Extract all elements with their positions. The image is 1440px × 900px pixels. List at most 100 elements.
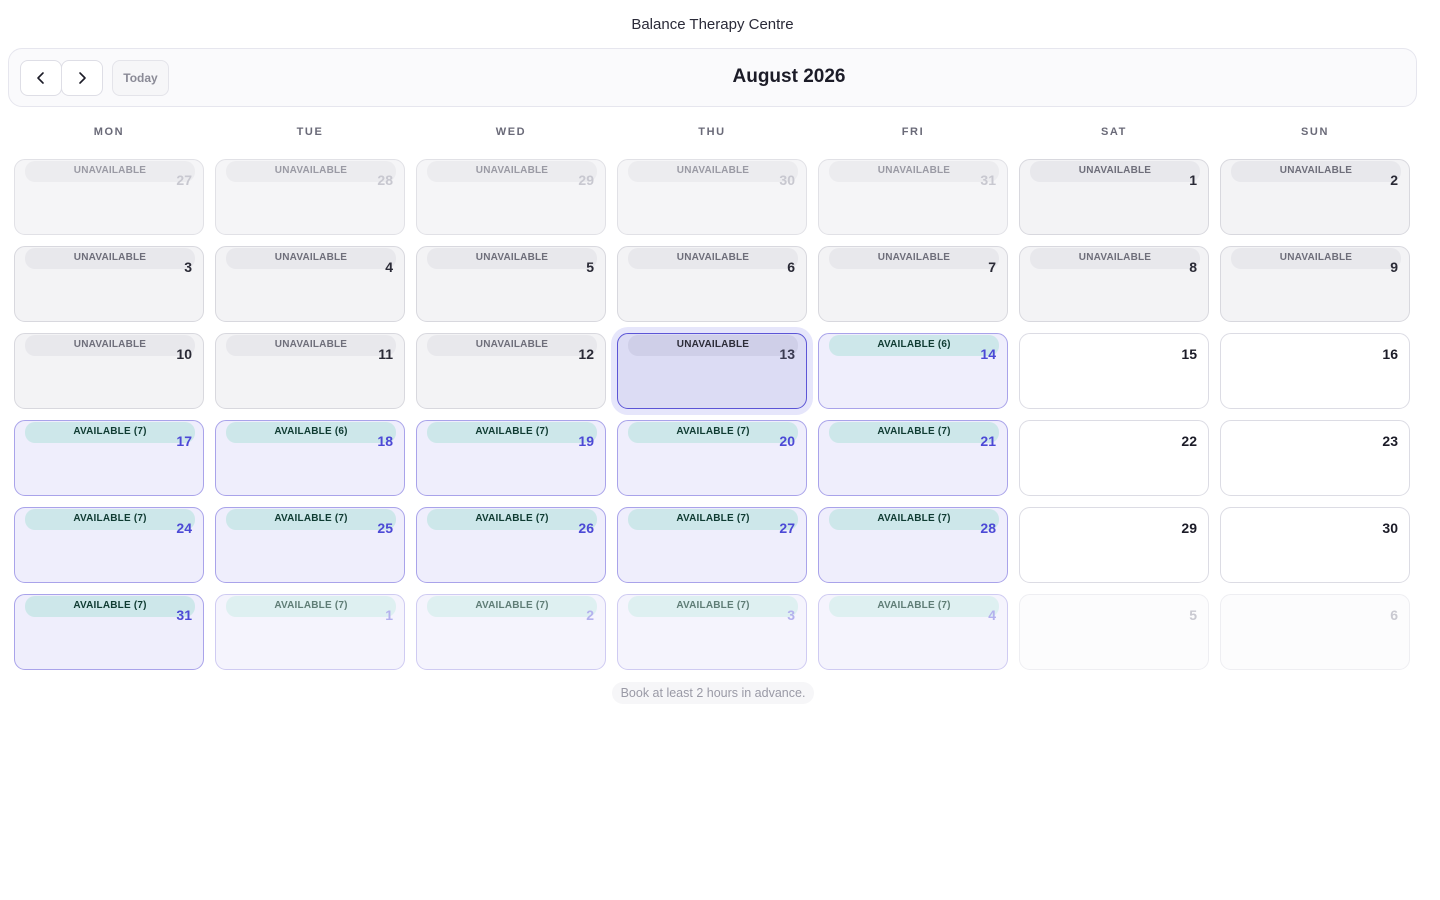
- day-number: 8: [1189, 259, 1197, 275]
- availability-badge: AVAILABLE (7): [628, 509, 798, 530]
- day-cell[interactable]: AVAILABLE (7) 1: [215, 594, 405, 670]
- day-number: 29: [1181, 520, 1197, 536]
- day-cell[interactable]: 29: [1019, 507, 1209, 583]
- day-number: 14: [980, 346, 996, 362]
- next-month-button[interactable]: [61, 60, 103, 96]
- day-cell[interactable]: UNAVAILABLE 3: [14, 246, 204, 322]
- day-cell[interactable]: AVAILABLE (7) 17: [14, 420, 204, 496]
- availability-badge: UNAVAILABLE: [1231, 161, 1401, 182]
- day-number: 30: [1382, 520, 1398, 536]
- day-cell[interactable]: 15: [1019, 333, 1209, 409]
- day-cell[interactable]: UNAVAILABLE 2: [1220, 159, 1410, 235]
- day-number: 18: [377, 433, 393, 449]
- day-number: 3: [787, 607, 795, 623]
- availability-badge: UNAVAILABLE: [1030, 161, 1200, 182]
- day-number: 15: [1181, 346, 1197, 362]
- day-cell[interactable]: AVAILABLE (7) 31: [14, 594, 204, 670]
- day-number: 28: [377, 172, 393, 188]
- availability-badge: AVAILABLE (7): [427, 509, 597, 530]
- day-cell[interactable]: AVAILABLE (7) 19: [416, 420, 606, 496]
- booking-note: Book at least 2 hours in advance.: [612, 682, 814, 704]
- day-cell[interactable]: UNAVAILABLE 27: [14, 159, 204, 235]
- day-number: 3: [184, 259, 192, 275]
- day-cell[interactable]: UNAVAILABLE 8: [1019, 246, 1209, 322]
- availability-badge: AVAILABLE (7): [427, 596, 597, 617]
- availability-badge: AVAILABLE (7): [829, 596, 999, 617]
- day-cell[interactable]: UNAVAILABLE 9: [1220, 246, 1410, 322]
- day-number: 4: [988, 607, 996, 623]
- day-cell[interactable]: UNAVAILABLE 31: [818, 159, 1008, 235]
- day-number: 31: [176, 607, 192, 623]
- day-cell[interactable]: UNAVAILABLE 30: [617, 159, 807, 235]
- day-number: 2: [1390, 172, 1398, 188]
- day-number: 19: [578, 433, 594, 449]
- day-number: 12: [578, 346, 594, 362]
- availability-badge: AVAILABLE (7): [25, 422, 195, 443]
- chevron-left-icon: [37, 72, 44, 84]
- availability-badge: UNAVAILABLE: [1030, 248, 1200, 269]
- weekday-label: THU: [698, 126, 726, 138]
- day-cell[interactable]: AVAILABLE (7) 27: [617, 507, 807, 583]
- availability-badge: UNAVAILABLE: [25, 161, 195, 182]
- day-cell[interactable]: UNAVAILABLE 10: [14, 333, 204, 409]
- day-cell[interactable]: AVAILABLE (7) 24: [14, 507, 204, 583]
- availability-badge: UNAVAILABLE: [628, 248, 798, 269]
- availability-badge: AVAILABLE (7): [226, 596, 396, 617]
- day-cell[interactable]: 5: [1019, 594, 1209, 670]
- availability-badge: UNAVAILABLE: [427, 248, 597, 269]
- availability-badge: UNAVAILABLE: [427, 161, 597, 182]
- day-number: 13: [779, 346, 795, 362]
- day-cell[interactable]: UNAVAILABLE 4: [215, 246, 405, 322]
- day-cell[interactable]: AVAILABLE (7) 28: [818, 507, 1008, 583]
- day-cell[interactable]: UNAVAILABLE 12: [416, 333, 606, 409]
- day-cell[interactable]: UNAVAILABLE 6: [617, 246, 807, 322]
- day-cell[interactable]: UNAVAILABLE 7: [818, 246, 1008, 322]
- day-cell[interactable]: AVAILABLE (7) 26: [416, 507, 606, 583]
- day-number: 4: [385, 259, 393, 275]
- availability-badge: AVAILABLE (7): [25, 596, 195, 617]
- day-cell[interactable]: AVAILABLE (7) 4: [818, 594, 1008, 670]
- day-cell[interactable]: AVAILABLE (7) 2: [416, 594, 606, 670]
- day-cell[interactable]: UNAVAILABLE 5: [416, 246, 606, 322]
- day-number: 21: [980, 433, 996, 449]
- day-cell[interactable]: UNAVAILABLE 28: [215, 159, 405, 235]
- weekday-label: WED: [495, 126, 527, 138]
- brand-title: Balance Therapy Centre: [631, 16, 794, 33]
- weekday-label: TUE: [296, 126, 324, 138]
- availability-badge: AVAILABLE (6): [226, 422, 396, 443]
- day-cell[interactable]: UNAVAILABLE 29: [416, 159, 606, 235]
- day-cell[interactable]: AVAILABLE (6) 14: [818, 333, 1008, 409]
- availability-badge: UNAVAILABLE: [628, 335, 798, 356]
- day-number: 7: [988, 259, 996, 275]
- availability-badge: UNAVAILABLE: [25, 248, 195, 269]
- availability-badge: AVAILABLE (7): [25, 509, 195, 530]
- day-cell[interactable]: AVAILABLE (7) 21: [818, 420, 1008, 496]
- weekday-label: FRI: [901, 126, 925, 138]
- day-cell[interactable]: 16: [1220, 333, 1410, 409]
- day-cell[interactable]: 22: [1019, 420, 1209, 496]
- weekday-label: MON: [93, 126, 125, 138]
- day-cell[interactable]: UNAVAILABLE 1: [1019, 159, 1209, 235]
- availability-badge: UNAVAILABLE: [829, 248, 999, 269]
- day-number: 6: [787, 259, 795, 275]
- day-cell[interactable]: UNAVAILABLE 13: [617, 333, 807, 409]
- previous-month-button[interactable]: [20, 60, 62, 96]
- day-number: 6: [1390, 607, 1398, 623]
- availability-badge: AVAILABLE (6): [829, 335, 999, 356]
- availability-badge: AVAILABLE (7): [829, 509, 999, 530]
- day-cell[interactable]: 30: [1220, 507, 1410, 583]
- day-cell[interactable]: AVAILABLE (7) 25: [215, 507, 405, 583]
- day-cell[interactable]: 6: [1220, 594, 1410, 670]
- availability-badge: AVAILABLE (7): [628, 596, 798, 617]
- day-cell[interactable]: UNAVAILABLE 11: [215, 333, 405, 409]
- availability-badge: AVAILABLE (7): [427, 422, 597, 443]
- day-cell[interactable]: AVAILABLE (7) 20: [617, 420, 807, 496]
- day-cell[interactable]: 23: [1220, 420, 1410, 496]
- day-number: 29: [578, 172, 594, 188]
- day-number: 1: [385, 607, 393, 623]
- day-number: 22: [1181, 433, 1197, 449]
- today-button[interactable]: Today: [112, 60, 169, 96]
- day-cell[interactable]: AVAILABLE (6) 18: [215, 420, 405, 496]
- day-cell[interactable]: AVAILABLE (7) 3: [617, 594, 807, 670]
- day-number: 27: [176, 172, 192, 188]
